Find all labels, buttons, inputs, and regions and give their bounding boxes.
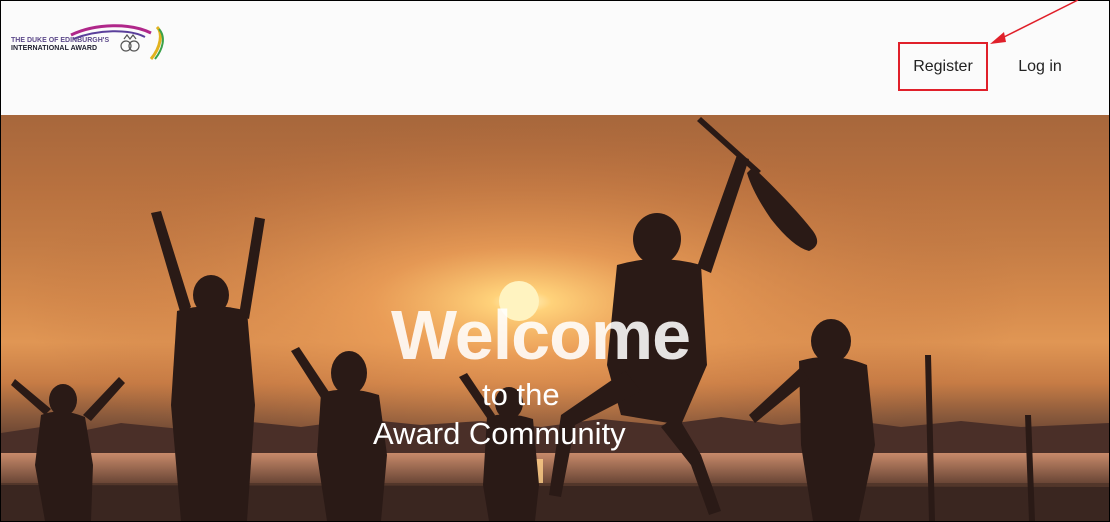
logo-line-1: THE DUKE OF EDINBURGH'S <box>11 37 110 44</box>
hero-banner: Welcome to the Award Community <box>1 115 1109 521</box>
annotation-arrow-icon <box>990 0 1079 44</box>
site-header: THE DUKE OF EDINBURGH'S INTERNATIONAL AW… <box>1 1 1109 115</box>
hero-subtitle-line-2: Award Community <box>373 416 626 451</box>
hero-text: Welcome to the Award Community <box>1 115 1109 521</box>
page-frame: THE DUKE OF EDINBURGH'S INTERNATIONAL AW… <box>0 0 1110 522</box>
hero-subtitle-line-1: to the <box>482 377 560 412</box>
logo-text: THE DUKE OF EDINBURGH'S INTERNATIONAL AW… <box>11 37 126 53</box>
site-logo[interactable]: THE DUKE OF EDINBURGH'S INTERNATIONAL AW… <box>11 19 171 67</box>
hero-title: Welcome <box>391 296 691 374</box>
logo-line-2: INTERNATIONAL AWARD <box>11 45 98 52</box>
